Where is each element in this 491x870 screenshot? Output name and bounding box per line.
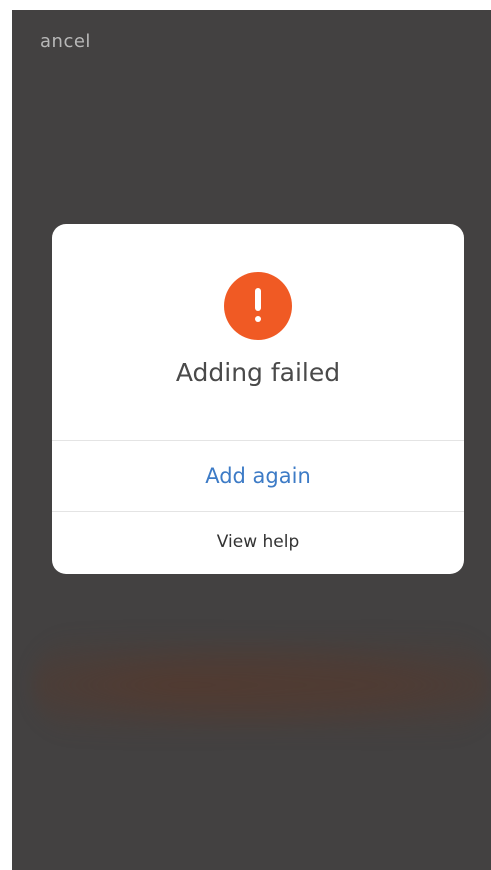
cancel-link[interactable]: ancel xyxy=(40,31,91,52)
dimmed-background: ancel Adding failed Add again View help xyxy=(12,10,491,870)
exclamation-bar xyxy=(255,288,261,311)
dialog-title: Adding failed xyxy=(175,358,341,387)
exclamation-dot xyxy=(255,316,261,322)
blurred-background-content xyxy=(32,630,491,740)
alert-exclamation-icon xyxy=(224,272,292,340)
error-dialog: Adding failed Add again View help xyxy=(52,224,464,574)
view-help-button[interactable]: View help xyxy=(52,512,464,572)
add-again-button[interactable]: Add again xyxy=(52,441,464,511)
